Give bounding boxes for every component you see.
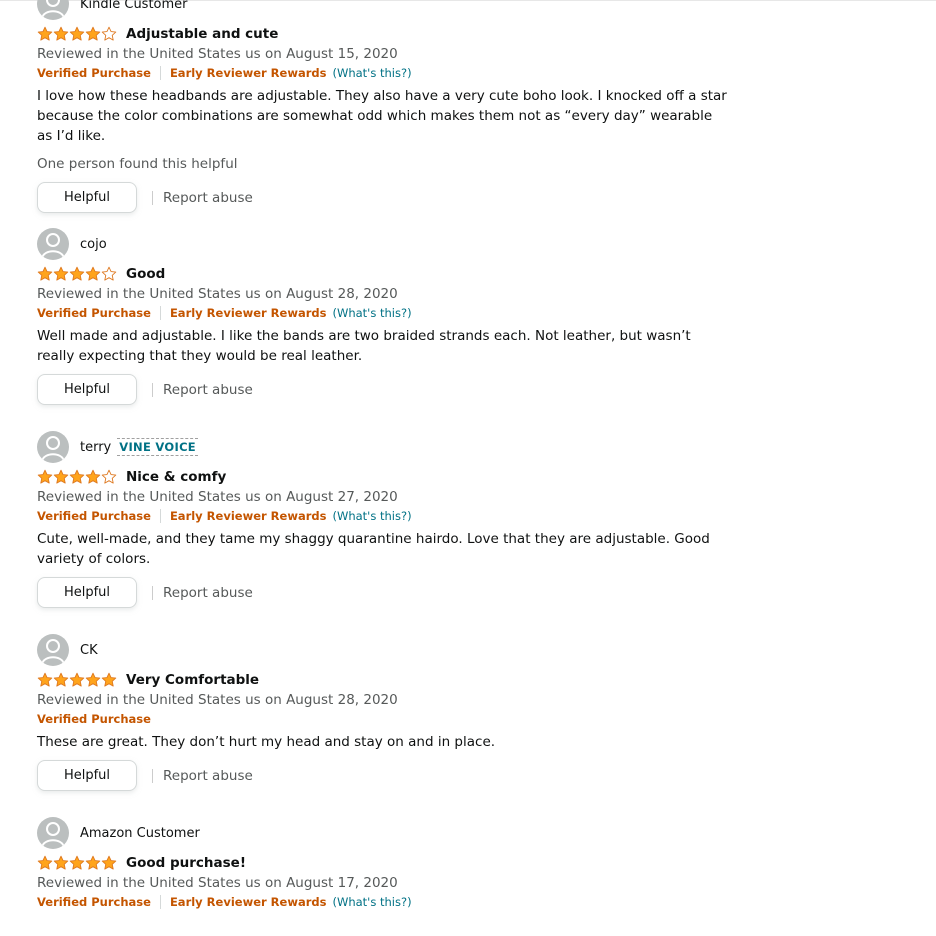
avatar-icon: [37, 228, 69, 260]
early-reviewer-badge: Early Reviewer Rewards: [169, 306, 327, 320]
reviewer-name[interactable]: Amazon Customer: [80, 826, 200, 841]
review-body: These are great. They don’t hurt my head…: [37, 734, 496, 750]
star-filled-icon: [85, 26, 101, 41]
helpful-button[interactable]: Helpful: [37, 182, 137, 213]
star-empty-icon: [101, 26, 117, 41]
reviewer-profile[interactable]: cojo: [37, 227, 727, 261]
star-rating[interactable]: [37, 266, 117, 282]
review-item: Kindle Customer Adjustable and cute Revi…: [37, 0, 727, 227]
reviewer-name[interactable]: terry: [80, 440, 111, 455]
star-filled-icon: [69, 469, 85, 484]
whats-this-link[interactable]: (What's this?): [332, 509, 411, 523]
early-reviewer-badge: Early Reviewer Rewards: [169, 895, 327, 909]
badge-divider: [159, 306, 161, 320]
helpful-button[interactable]: Helpful: [37, 760, 137, 791]
star-filled-icon: [85, 469, 101, 484]
verified-purchase-badge: Verified Purchase: [37, 66, 151, 80]
avatar-icon: [37, 0, 69, 20]
helpful-count: One person found this helpful: [37, 156, 238, 172]
review-date: Reviewed in the United States us on Augu…: [37, 875, 398, 891]
star-filled-icon: [37, 672, 53, 687]
star-rating[interactable]: [37, 855, 117, 871]
star-filled-icon: [69, 672, 85, 687]
review-item: Amazon Customer Good purchase! Reviewed …: [37, 816, 727, 936]
review-title[interactable]: Adjustable and cute: [126, 26, 278, 42]
star-rating[interactable]: [37, 672, 117, 688]
report-abuse-link[interactable]: Report abuse: [163, 382, 253, 398]
star-filled-icon: [53, 26, 69, 41]
star-empty-icon: [101, 469, 117, 484]
helpful-button[interactable]: Helpful: [37, 577, 137, 608]
review-title[interactable]: Good: [126, 266, 165, 282]
review-date: Reviewed in the United States us on Augu…: [37, 692, 398, 708]
report-abuse-link[interactable]: Report abuse: [163, 585, 253, 601]
star-filled-icon: [37, 469, 53, 484]
vine-voice-badge[interactable]: VINE VOICE: [117, 438, 198, 456]
review-title[interactable]: Good purchase!: [126, 855, 246, 871]
star-filled-icon: [37, 266, 53, 281]
action-divider: [152, 585, 153, 600]
reviewer-name[interactable]: CK: [80, 643, 98, 658]
avatar-icon: [37, 431, 69, 463]
action-divider: [152, 190, 153, 205]
star-filled-icon: [85, 672, 101, 687]
reviewer-profile[interactable]: CK: [37, 633, 727, 667]
early-reviewer-badge: Early Reviewer Rewards: [169, 509, 327, 523]
reviewer-profile[interactable]: Kindle Customer: [37, 0, 727, 21]
verified-purchase-badge: Verified Purchase: [37, 712, 151, 726]
action-divider: [152, 768, 153, 783]
star-filled-icon: [101, 672, 117, 687]
star-filled-icon: [37, 26, 53, 41]
badge-divider: [159, 509, 161, 523]
star-filled-icon: [53, 266, 69, 281]
badge-divider: [159, 895, 161, 909]
star-filled-icon: [101, 855, 117, 870]
review-body: Well made and adjustable. I like the ban…: [37, 328, 691, 364]
verified-purchase-badge: Verified Purchase: [37, 895, 151, 909]
star-rating[interactable]: [37, 469, 117, 485]
review-list: Kindle Customer Adjustable and cute Revi…: [37, 0, 727, 936]
reviewer-profile[interactable]: terry VINE VOICE: [37, 430, 727, 464]
review-item: cojo Good Reviewed in the United States …: [37, 227, 727, 430]
reviewer-name[interactable]: cojo: [80, 237, 107, 252]
verified-purchase-badge: Verified Purchase: [37, 509, 151, 523]
star-filled-icon: [69, 26, 85, 41]
reviewer-name[interactable]: Kindle Customer: [80, 0, 188, 12]
whats-this-link[interactable]: (What's this?): [332, 66, 411, 80]
star-rating[interactable]: [37, 26, 117, 42]
whats-this-link[interactable]: (What's this?): [332, 895, 411, 909]
report-abuse-link[interactable]: Report abuse: [163, 190, 253, 206]
verified-purchase-badge: Verified Purchase: [37, 306, 151, 320]
review-title[interactable]: Very Comfortable: [126, 672, 259, 688]
star-filled-icon: [85, 855, 101, 870]
review-date: Reviewed in the United States us on Augu…: [37, 489, 398, 505]
star-filled-icon: [53, 469, 69, 484]
action-divider: [152, 382, 153, 397]
whats-this-link[interactable]: (What's this?): [332, 306, 411, 320]
review-item: terry VINE VOICE Nice & comfy Reviewed i…: [37, 430, 727, 633]
avatar-icon: [37, 817, 69, 849]
star-empty-icon: [101, 266, 117, 281]
badge-divider: [159, 66, 161, 80]
report-abuse-link[interactable]: Report abuse: [163, 768, 253, 784]
early-reviewer-badge: Early Reviewer Rewards: [169, 66, 327, 80]
star-filled-icon: [37, 855, 53, 870]
review-item: CK Very Comfortable Reviewed in the Unit…: [37, 633, 727, 816]
star-filled-icon: [69, 266, 85, 281]
star-filled-icon: [53, 672, 69, 687]
star-filled-icon: [69, 855, 85, 870]
review-body: Cute, well-made, and they tame my shaggy…: [37, 531, 710, 567]
avatar-icon: [37, 634, 69, 666]
review-date: Reviewed in the United States us on Augu…: [37, 46, 398, 62]
star-filled-icon: [53, 855, 69, 870]
review-body: I love how these headbands are adjustabl…: [37, 88, 727, 144]
review-date: Reviewed in the United States us on Augu…: [37, 286, 398, 302]
review-title[interactable]: Nice & comfy: [126, 469, 226, 485]
star-filled-icon: [85, 266, 101, 281]
reviewer-profile[interactable]: Amazon Customer: [37, 816, 727, 850]
helpful-button[interactable]: Helpful: [37, 374, 137, 405]
